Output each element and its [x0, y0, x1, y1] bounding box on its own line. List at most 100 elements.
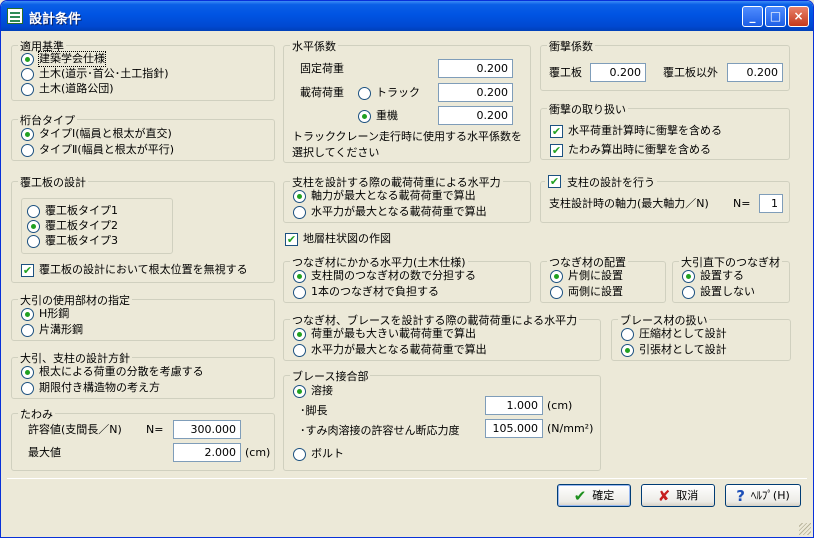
group-impact-coef: 衝撃係数 覆工板 0.200 覆工板以外 0.200: [540, 38, 790, 91]
radio-heavy[interactable]: [358, 110, 371, 123]
group-impact-handling-legend: 衝撃の取り扱い: [547, 101, 628, 117]
input-heavy[interactable]: 0.200: [438, 106, 513, 125]
group-design-policy-legend: 大引、支柱の設計方針: [18, 350, 132, 366]
label-live-load: 載荷荷重: [300, 86, 344, 99]
label-fillet-stress: ･すみ肉溶接の許容せん断応力度: [300, 424, 460, 437]
label-n-eq: N=: [146, 423, 164, 436]
radio-brace-max-horiz[interactable]: [293, 344, 306, 357]
radio-type1[interactable]: [21, 128, 34, 141]
radio-civil-corp[interactable]: [21, 83, 34, 96]
input-impact-other[interactable]: 0.200: [727, 63, 783, 82]
group-deflection: たわみ 許容値(支間長／N) N= 300.000 最大値 2.000 (cm): [11, 406, 275, 471]
group-impact-coef-legend: 衝撃係数: [547, 38, 595, 54]
group-horizontal-coef: 水平係数 固定荷重 0.200 載荷荷重 トラック 0.200 重機 0.200…: [283, 38, 531, 163]
label-column-design: 支柱の設計を行う: [565, 174, 657, 190]
radio-col-axial[interactable]: [293, 190, 306, 203]
radio-weld[interactable]: [293, 385, 306, 398]
group-brace-member: ブレース材の扱い 圧縮材として設計 引張材として設計: [611, 312, 791, 361]
input-truck[interactable]: 0.200: [438, 83, 513, 102]
label-cover-type2: 覆工板タイプ2: [45, 219, 118, 232]
input-impact-cover[interactable]: 0.200: [590, 63, 646, 82]
radio-cover-type1[interactable]: [27, 205, 40, 218]
group-column-load-legend: 支柱を設計する際の載荷荷重による水平力: [290, 174, 503, 190]
label-both-sides: 両側に設置: [568, 285, 623, 298]
group-tie-force: つなぎ材にかかる水平力(土木仕様) 支柱間のつなぎ材の数で分担する 1本のつなぎ…: [283, 254, 531, 303]
label-tie-single: 1本のつなぎ材で負担する: [311, 285, 439, 298]
help-button[interactable]: ? ﾍﾙﾌﾟ(H): [725, 484, 801, 507]
label-leg-length: ･脚長: [300, 404, 328, 417]
cancel-button[interactable]: ✘ 取消: [641, 484, 715, 507]
radio-compression[interactable]: [621, 328, 634, 341]
close-button[interactable]: ×: [788, 6, 809, 27]
label-impact-other: 覆工板以外: [663, 66, 718, 79]
radio-one-side[interactable]: [550, 270, 563, 283]
input-max[interactable]: 2.000: [173, 443, 241, 462]
radio-arch-spec[interactable]: [21, 53, 34, 66]
label-heavy: 重機: [376, 109, 398, 122]
label-stress-unit: (N/mm²): [547, 422, 594, 435]
checkbox-impact-horiz[interactable]: ✔: [550, 125, 563, 138]
radio-channel[interactable]: [21, 324, 34, 337]
window-title: 設計条件: [29, 12, 82, 27]
label-impact-defl: たわみ算出時に衝撃を含める: [568, 143, 711, 156]
radio-tie-single[interactable]: [293, 286, 306, 299]
label-allowable: 許容値(支間長／N): [28, 423, 122, 436]
checkbox-boring-log[interactable]: ✔: [285, 233, 298, 246]
group-brace-joint: ブレース接合部 溶接 ･脚長 1.000 (cm) ･すみ肉溶接の許容せん断応力…: [283, 368, 601, 471]
radio-truck[interactable]: [358, 87, 371, 100]
ok-button[interactable]: ✔ 確定: [557, 484, 631, 507]
label-arch-spec: 建築学会仕様: [38, 51, 106, 67]
group-brace-load: つなぎ材、ブレースを設計する際の載荷荷重による水平力 荷重が最も大きい載荷荷重で…: [283, 312, 601, 361]
label-weld: 溶接: [311, 384, 333, 397]
radio-temp-struct[interactable]: [21, 382, 34, 395]
resize-grip[interactable]: [799, 523, 811, 535]
maximize-button[interactable]: □: [765, 6, 786, 27]
radio-install[interactable]: [682, 270, 695, 283]
group-beam-member-legend: 大引の使用部材の指定: [18, 292, 132, 308]
label-max: 最大値: [28, 446, 61, 459]
checkbox-impact-defl[interactable]: ✔: [550, 144, 563, 157]
label-tie-share: 支柱間のつなぎ材の数で分担する: [311, 269, 476, 282]
label-dead-load: 固定荷重: [300, 62, 344, 75]
label-type2: タイプⅡ(幅員と根太が平行): [39, 143, 174, 156]
radio-load-dist[interactable]: [21, 366, 34, 379]
group-deck-type: 桁台タイプ タイプⅠ(幅員と根太が直交) タイプⅡ(幅員と根太が平行): [11, 112, 275, 161]
label-tension: 引張材として設計: [639, 343, 727, 356]
radio-civil-road[interactable]: [21, 68, 34, 81]
label-leg-unit: (cm): [547, 399, 573, 412]
radio-tension[interactable]: [621, 344, 634, 357]
input-allowable[interactable]: 300.000: [173, 420, 241, 439]
label-cover-type3: 覆工板タイプ3: [45, 234, 118, 247]
radio-both-sides[interactable]: [550, 286, 563, 299]
help-icon: ?: [736, 486, 745, 505]
input-leg-length[interactable]: 1.000: [485, 396, 543, 415]
label-brace-max-horiz: 水平力が最大となる載荷荷重で算出: [311, 343, 487, 356]
minimize-button[interactable]: _: [742, 6, 763, 27]
label-impact-horiz: 水平荷重計算時に衝撃を含める: [568, 124, 722, 137]
app-icon: [7, 8, 23, 24]
group-brace-joint-legend: ブレース接合部: [290, 368, 371, 384]
checkbox-ignore-joist[interactable]: ✔: [21, 264, 34, 277]
note-crane-2: 選択してください: [292, 146, 380, 159]
cross-icon: ✘: [657, 486, 671, 505]
title-bar[interactable]: 設計条件 _ □ ×: [1, 1, 813, 31]
input-dead-load[interactable]: 0.200: [438, 59, 513, 78]
radio-cover-type3[interactable]: [27, 235, 40, 248]
group-impact-handling: 衝撃の取り扱い ✔ 水平荷重計算時に衝撃を含める ✔ たわみ算出時に衝撃を含める: [540, 101, 790, 160]
check-icon: ✔: [573, 486, 587, 505]
radio-no-install[interactable]: [682, 286, 695, 299]
radio-col-horiz[interactable]: [293, 206, 306, 219]
group-beam-tie-legend: 大引直下のつなぎ材: [679, 254, 782, 270]
input-fillet-stress[interactable]: 105.000: [485, 419, 543, 438]
label-h-steel: H形鋼: [39, 307, 70, 320]
input-axial-n[interactable]: 1: [759, 194, 783, 213]
radio-brace-max-load[interactable]: [293, 328, 306, 341]
radio-tie-share[interactable]: [293, 270, 306, 283]
label-axial-n-eq: N=: [733, 197, 751, 210]
radio-type2[interactable]: [21, 144, 34, 157]
radio-cover-type2[interactable]: [27, 220, 40, 233]
label-col-horiz: 水平力が最大となる載荷荷重で算出: [311, 205, 487, 218]
radio-h-steel[interactable]: [21, 308, 34, 321]
radio-bolt[interactable]: [293, 448, 306, 461]
checkbox-column-design[interactable]: ✔: [545, 172, 564, 191]
